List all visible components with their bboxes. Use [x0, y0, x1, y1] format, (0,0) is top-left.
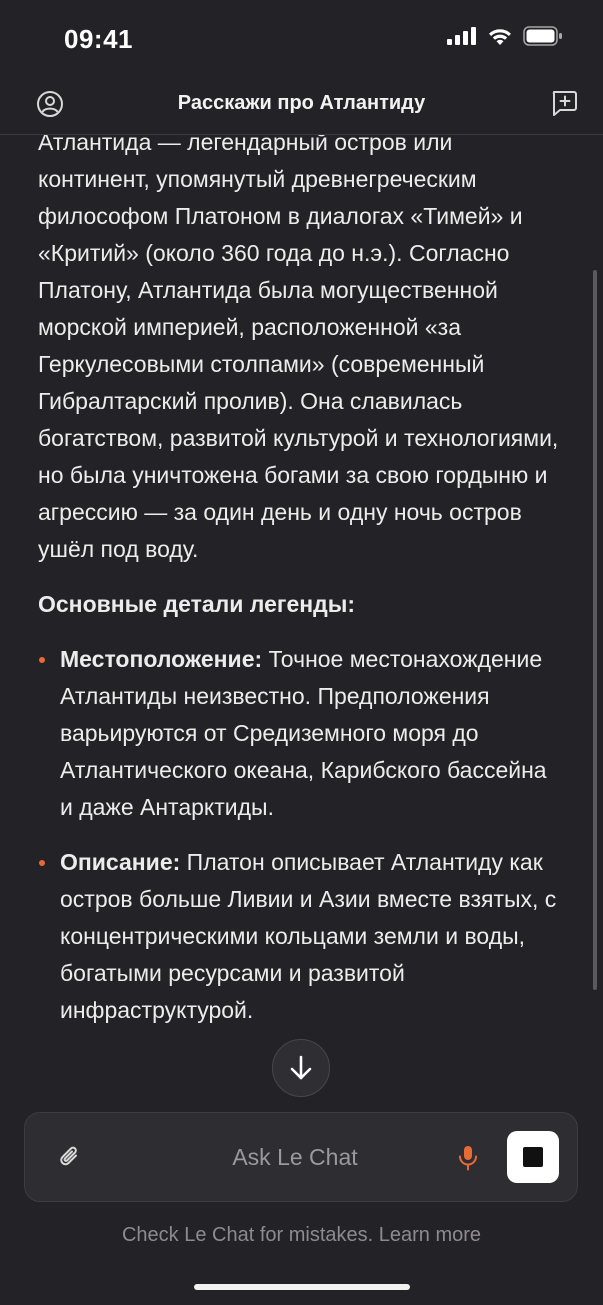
cellular-signal-icon — [447, 27, 477, 50]
list-item-text: Платон описывает Атлантиду как остров бо… — [60, 849, 557, 1023]
wifi-icon — [487, 27, 513, 51]
details-list: Местоположение: Точное местонахождение А… — [38, 641, 563, 1029]
list-item-label: Местоположение: — [60, 646, 263, 672]
arrow-down-icon — [290, 1055, 312, 1080]
chat-title: Расскажи про Атлантиду — [177, 92, 426, 114]
stop-button[interactable] — [507, 1131, 559, 1183]
bullet-dot — [39, 860, 45, 866]
chat-header: Расскажи про Атлантиду — [0, 80, 603, 135]
microphone-button[interactable] — [455, 1143, 481, 1173]
home-indicator — [194, 1284, 410, 1290]
list-item: Местоположение: Точное местонахождение А… — [38, 641, 563, 826]
section-heading: Основные детали легенды: — [38, 591, 356, 617]
scroll-down-button[interactable] — [272, 1039, 330, 1097]
chat-input[interactable] — [125, 1139, 465, 1175]
chat-composer — [24, 1112, 578, 1202]
battery-icon — [523, 26, 563, 51]
stop-icon — [523, 1147, 543, 1167]
message-intro: Атлантида — легендарный остров или конти… — [38, 129, 559, 562]
paperclip-icon — [60, 1146, 77, 1166]
list-item: Описание: Платон описывает Атлантиду как… — [38, 844, 563, 1029]
scrollbar[interactable] — [593, 270, 597, 990]
new-chat-icon — [552, 91, 577, 116]
list-item-text: Точное местонахождение Атлантиды неизвес… — [60, 646, 547, 820]
status-icons — [447, 26, 563, 51]
status-time: 09:41 — [64, 24, 133, 54]
bullet-dot — [39, 657, 45, 663]
list-item-label: Описание: — [60, 849, 181, 875]
assistant-message: Атлантида — легендарный остров или конти… — [38, 124, 563, 1047]
attach-button[interactable] — [55, 1143, 85, 1173]
microphone-icon — [459, 1146, 477, 1171]
disclaimer-text[interactable]: Check Le Chat for mistakes. Learn more — [0, 1224, 603, 1247]
status-bar: 09:41 — [0, 0, 603, 80]
new-chat-button[interactable] — [549, 88, 579, 118]
